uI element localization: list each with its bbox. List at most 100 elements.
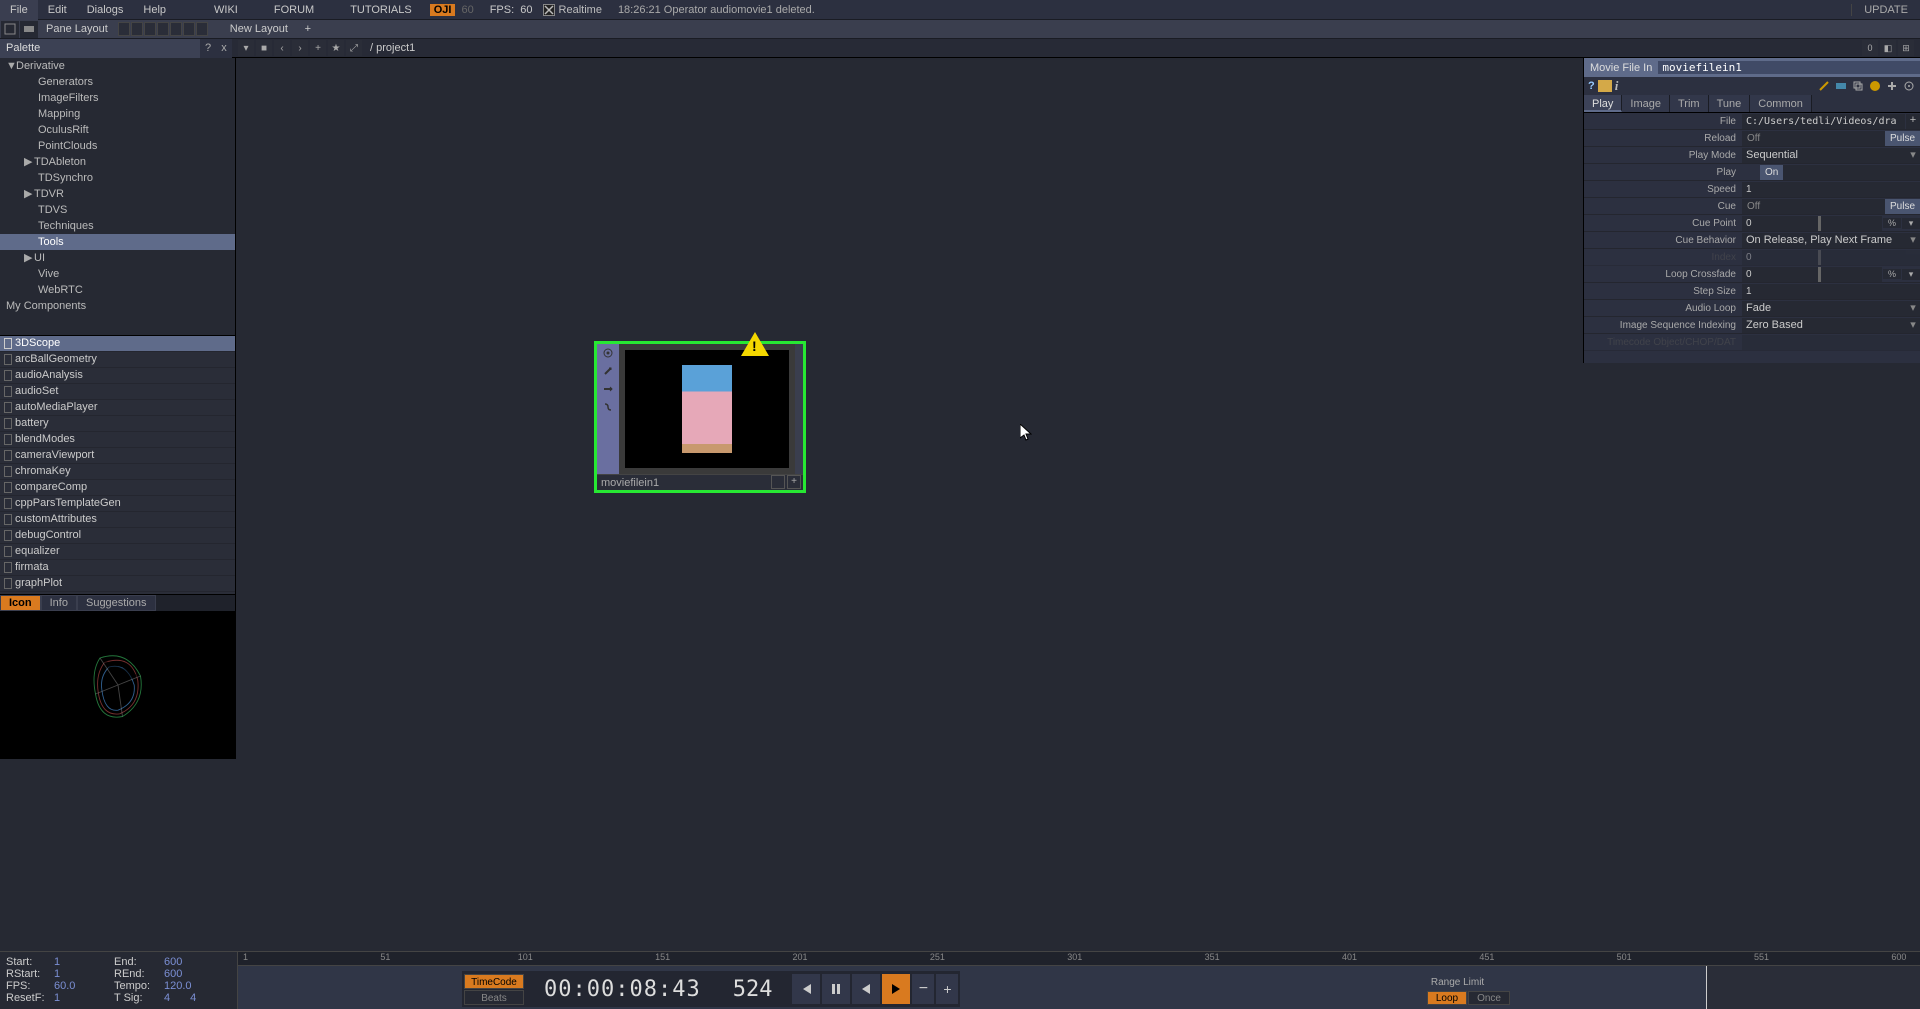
- loop-button[interactable]: Loop: [1427, 991, 1467, 1005]
- reload-slider[interactable]: [1765, 131, 1885, 146]
- timecode-mode-button[interactable]: TimeCode: [464, 974, 524, 989]
- param-info-button[interactable]: i: [1615, 78, 1619, 94]
- cuebehavior-dropdown[interactable]: On Release, Play Next Frame▾: [1742, 233, 1920, 248]
- start-frame[interactable]: 1: [54, 956, 114, 968]
- warning-icon[interactable]: [741, 332, 769, 356]
- pane-forward-button[interactable]: ›: [292, 40, 308, 56]
- pause-button[interactable]: [822, 974, 850, 1004]
- pane-type-dropdown[interactable]: ▾: [238, 40, 254, 56]
- frame-display[interactable]: 524: [715, 977, 791, 1002]
- param-tab-trim[interactable]: Trim: [1670, 95, 1709, 112]
- menu-dialogs[interactable]: Dialogs: [77, 0, 134, 20]
- bypass-flag[interactable]: [601, 400, 615, 414]
- tree-item-webrtc[interactable]: WebRTC: [0, 282, 235, 298]
- end-frame[interactable]: 600: [164, 956, 182, 968]
- cuepoint-slider[interactable]: [1778, 216, 1882, 231]
- menu-forum-link[interactable]: FORUM: [256, 4, 332, 16]
- stepsize-field[interactable]: 1: [1742, 284, 1778, 299]
- component-graphPlot[interactable]: graphPlot: [0, 576, 235, 592]
- play-reverse-button[interactable]: [852, 974, 880, 1004]
- param-add-icon[interactable]: [1885, 79, 1899, 93]
- loopxf-unit[interactable]: %: [1883, 269, 1901, 279]
- play-slider[interactable]: [1783, 165, 1920, 180]
- menu-help[interactable]: Help: [133, 0, 176, 20]
- param-tab-common[interactable]: Common: [1750, 95, 1812, 112]
- audioloop-dropdown[interactable]: Fade▾: [1742, 301, 1920, 316]
- tree-item-vive[interactable]: Vive: [0, 266, 235, 282]
- lock-flag[interactable]: [601, 382, 615, 396]
- operator-node-moviefilein1[interactable]: moviefilein1 +: [594, 341, 806, 493]
- layout-icon-1[interactable]: [1, 21, 19, 38]
- tab-info[interactable]: Info: [41, 595, 77, 611]
- layout-icon-2[interactable]: [20, 21, 38, 38]
- tab-icon[interactable]: Icon: [0, 595, 41, 611]
- component-compareComp[interactable]: compareComp: [0, 480, 235, 496]
- network-path[interactable]: / project1: [362, 42, 415, 54]
- param-tab-tune[interactable]: Tune: [1709, 95, 1751, 112]
- palette-close-button[interactable]: x: [216, 40, 232, 56]
- component-chromaKey[interactable]: chromaKey: [0, 464, 235, 480]
- component-autoMediaPlayer[interactable]: autoMediaPlayer: [0, 400, 235, 416]
- timeline-fps[interactable]: 60.0: [54, 980, 114, 992]
- pathbar-right-1[interactable]: 0: [1862, 40, 1878, 56]
- menu-tutorials-link[interactable]: TUTORIALS: [332, 4, 430, 16]
- tree-item-generators[interactable]: Generators: [0, 74, 235, 90]
- component-customAttributes[interactable]: customAttributes: [0, 512, 235, 528]
- realtime-checkbox[interactable]: [543, 4, 555, 16]
- param-folder-icon[interactable]: [1598, 80, 1612, 92]
- timeline-ruler[interactable]: 151101151201251301351401451501551600: [238, 952, 1920, 966]
- component-blendModes[interactable]: blendModes: [0, 432, 235, 448]
- clone-immune-flag[interactable]: [601, 364, 615, 378]
- tree-item-ui[interactable]: ▶UI: [0, 250, 235, 266]
- loopxf-field[interactable]: 0: [1742, 267, 1778, 282]
- cue-off[interactable]: Off: [1742, 199, 1765, 214]
- component-cameraViewport[interactable]: cameraViewport: [0, 448, 235, 464]
- cue-pulse-button[interactable]: Pulse: [1885, 199, 1920, 214]
- rewind-button[interactable]: [792, 974, 820, 1004]
- component-audioAnalysis[interactable]: audioAnalysis: [0, 368, 235, 384]
- node-output-connector[interactable]: [795, 344, 803, 474]
- component-audioSet[interactable]: audioSet: [0, 384, 235, 400]
- pane-expand-button[interactable]: ⤢: [346, 40, 362, 56]
- pane-square-icon[interactable]: ■: [256, 40, 272, 56]
- tree-item-techniques[interactable]: Techniques: [0, 218, 235, 234]
- timecode-display[interactable]: 00:00:08:43: [532, 977, 713, 1002]
- viewer-active-flag[interactable]: [601, 346, 615, 360]
- pane-back-button[interactable]: ‹: [274, 40, 290, 56]
- tree-item-derivative[interactable]: ▼Derivative: [0, 58, 235, 74]
- operator-name-field[interactable]: moviefilein1: [1658, 61, 1920, 74]
- cuepoint-unit[interactable]: %: [1883, 218, 1901, 228]
- loopxf-slider[interactable]: [1778, 267, 1882, 282]
- tree-item-imagefilters[interactable]: ImageFilters: [0, 90, 235, 106]
- component-battery[interactable]: battery: [0, 416, 235, 432]
- param-edit-icon[interactable]: [1817, 79, 1831, 93]
- pathbar-right-3[interactable]: ⊞: [1898, 40, 1914, 56]
- playmode-dropdown[interactable]: Sequential▾: [1742, 148, 1920, 163]
- reload-pulse-button[interactable]: Pulse: [1885, 131, 1920, 146]
- reset-frame[interactable]: 1: [54, 992, 114, 1004]
- param-tab-image[interactable]: Image: [1622, 95, 1670, 112]
- tree-item-mapping[interactable]: Mapping: [0, 106, 235, 122]
- tree-item-tdvs[interactable]: TDVS: [0, 202, 235, 218]
- pane-bookmark-button[interactable]: ★: [328, 40, 344, 56]
- menu-file[interactable]: File: [0, 0, 38, 20]
- pane-layout-presets[interactable]: [118, 22, 208, 36]
- tree-item-tools[interactable]: Tools: [0, 234, 235, 250]
- new-layout-add-button[interactable]: +: [300, 21, 316, 37]
- param-target-icon[interactable]: [1902, 79, 1916, 93]
- speed-field[interactable]: 1: [1742, 182, 1778, 197]
- beats-mode-button[interactable]: Beats: [464, 990, 524, 1005]
- file-path-field[interactable]: C:/Users/tedli/Videos/dra: [1742, 114, 1905, 129]
- menu-edit[interactable]: Edit: [38, 0, 77, 20]
- node-display-flag[interactable]: [771, 475, 785, 489]
- stepsize-slider[interactable]: [1778, 284, 1920, 299]
- param-help-button[interactable]: ?: [1588, 80, 1595, 92]
- pathbar-right-2[interactable]: ◧: [1880, 40, 1896, 56]
- cuepoint-unit-arrow[interactable]: ▾: [1902, 218, 1920, 229]
- component-cppParsTemplateGen[interactable]: cppParsTemplateGen: [0, 496, 235, 512]
- tree-item-tdvr[interactable]: ▶TDVR: [0, 186, 235, 202]
- param-tab-play[interactable]: Play: [1584, 95, 1622, 112]
- tree-item-tdableton[interactable]: ▶TDAbleton: [0, 154, 235, 170]
- tree-item-tdsynchro[interactable]: TDSynchro: [0, 170, 235, 186]
- palette-help-button[interactable]: ?: [200, 40, 216, 56]
